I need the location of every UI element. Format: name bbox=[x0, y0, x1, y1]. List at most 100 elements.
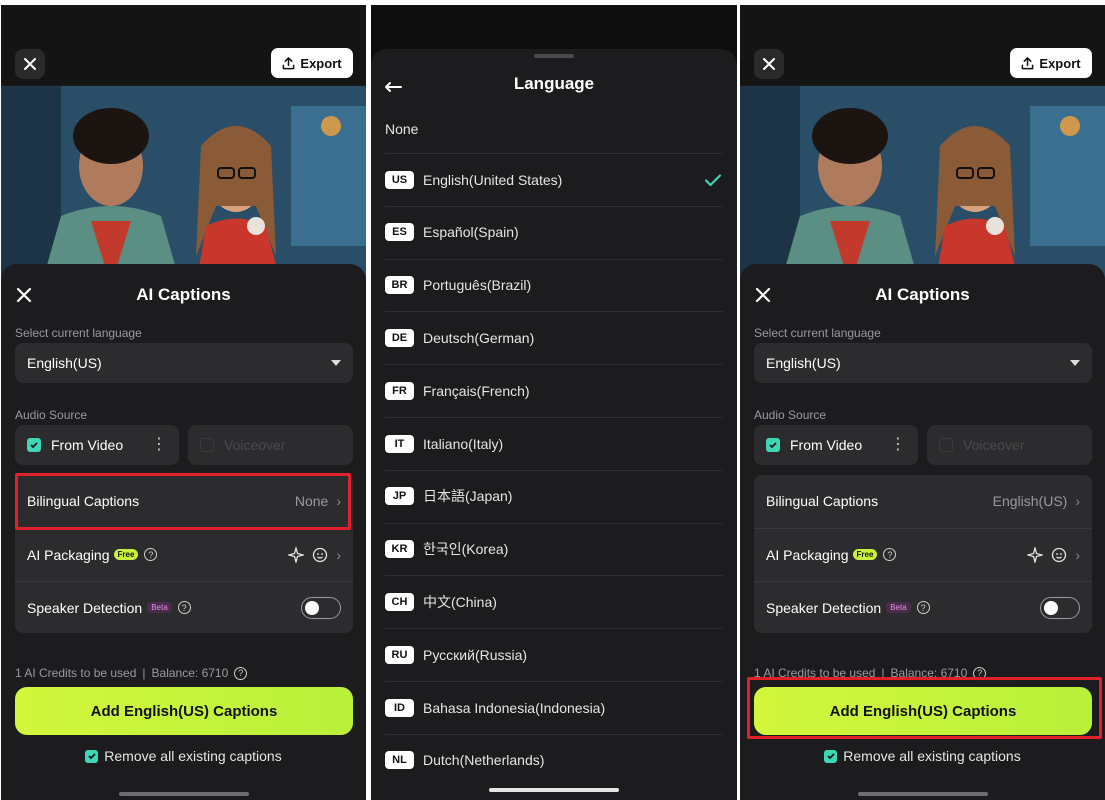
close-editor-button[interactable] bbox=[15, 49, 45, 79]
voiceover-option[interactable]: Voiceover bbox=[927, 425, 1092, 465]
language-option[interactable]: ES Español(Spain) bbox=[385, 205, 723, 258]
chevron-right-icon: › bbox=[336, 493, 341, 509]
language-code-badge: RU bbox=[385, 645, 414, 664]
help-icon[interactable]: ? bbox=[916, 601, 930, 614]
checkbox-unchecked-icon[interactable] bbox=[939, 438, 953, 452]
ai-packaging-row[interactable]: AI Packaging Free ? › bbox=[754, 528, 1092, 580]
speaker-detection-row: Speaker Detection Beta ? bbox=[15, 581, 353, 633]
checkmark-icon bbox=[703, 170, 723, 190]
remove-existing-captions-option[interactable]: Remove all existing captions bbox=[1, 748, 366, 764]
checkbox-checked-icon[interactable] bbox=[27, 438, 41, 452]
language-name: Deutsch(German) bbox=[423, 329, 535, 346]
home-indicator bbox=[857, 792, 988, 796]
sheet-grabber[interactable] bbox=[534, 54, 574, 58]
language-select[interactable]: English(US) bbox=[754, 343, 1092, 383]
language-name: 中文(China) bbox=[423, 593, 497, 610]
bilingual-captions-row[interactable]: Bilingual Captions None › bbox=[15, 475, 353, 527]
language-title: Language bbox=[513, 74, 595, 93]
voiceover-label: Voiceover bbox=[963, 437, 1025, 453]
emoji-icon bbox=[313, 547, 328, 562]
language-code-badge: ID bbox=[385, 698, 414, 717]
ai-captions-screen-before: Export AI Captions Select current langua… bbox=[1, 5, 366, 800]
editor-top-bar: Export bbox=[1, 5, 366, 85]
speaker-detection-toggle[interactable] bbox=[301, 596, 341, 619]
export-label: Export bbox=[300, 55, 342, 71]
beta-badge: Beta bbox=[886, 602, 911, 613]
language-code-badge: JP bbox=[385, 487, 414, 506]
help-icon[interactable]: ? bbox=[144, 548, 158, 561]
checkbox-checked-icon[interactable] bbox=[766, 438, 780, 452]
language-code-badge: KR bbox=[385, 540, 414, 559]
language-option[interactable]: CH 中文(China) bbox=[385, 575, 723, 627]
video-frame-image bbox=[740, 86, 1105, 286]
bilingual-captions-value: None bbox=[294, 493, 329, 509]
video-frame-image bbox=[1, 86, 366, 286]
close-editor-button[interactable] bbox=[754, 49, 784, 79]
checkbox-unchecked-icon[interactable] bbox=[200, 438, 214, 452]
from-video-option[interactable]: From Video ⋮ bbox=[754, 425, 918, 465]
add-captions-button[interactable]: Add English(US) Captions bbox=[754, 687, 1092, 735]
sparkle-icon bbox=[288, 546, 305, 563]
language-code-badge: BR bbox=[385, 276, 414, 295]
checkbox-checked-icon[interactable] bbox=[85, 749, 99, 763]
close-icon bbox=[24, 58, 36, 70]
checkbox-checked-icon[interactable] bbox=[824, 749, 838, 763]
language-name: Русский(Russia) bbox=[423, 646, 528, 663]
language-name: Bahasa Indonesia(Indonesia) bbox=[423, 699, 606, 716]
language-option[interactable]: KR 한국인(Korea) bbox=[385, 522, 723, 575]
help-icon[interactable]: ? bbox=[883, 548, 897, 561]
voiceover-option[interactable]: Voiceover bbox=[188, 425, 353, 465]
language-code-badge: IT bbox=[385, 434, 414, 453]
caption-options-list: Bilingual Captions None › AI Packaging Fr… bbox=[15, 475, 353, 633]
language-option[interactable]: FR Français(French) bbox=[385, 364, 723, 416]
export-button[interactable]: Export bbox=[1010, 48, 1092, 78]
add-captions-button[interactable]: Add English(US) Captions bbox=[15, 687, 353, 735]
language-sheet: Language None US English(United States) ES… bbox=[371, 49, 737, 800]
language-option[interactable]: US English(United States) bbox=[385, 153, 723, 205]
language-option[interactable]: NL Dutch(Netherlands) bbox=[385, 733, 723, 786]
help-icon[interactable]: ? bbox=[234, 666, 248, 680]
language-option[interactable]: JP 日本語(Japan) bbox=[385, 469, 723, 522]
editor-top-bar: Export bbox=[740, 5, 1105, 85]
export-button[interactable]: Export bbox=[271, 48, 353, 78]
language-name: 日本語(Japan) bbox=[423, 488, 513, 505]
dropdown-caret-icon bbox=[1070, 360, 1080, 366]
language-option[interactable]: ID Bahasa Indonesia(Indonesia) bbox=[385, 681, 723, 733]
more-options-icon[interactable]: ⋮ bbox=[151, 437, 167, 453]
speaker-detection-toggle[interactable] bbox=[1040, 596, 1080, 619]
ai-packaging-row[interactable]: AI Packaging Free ? › bbox=[15, 528, 353, 580]
language-name: Italiano(Italy) bbox=[423, 435, 504, 452]
credits-info: 1 AI Credits to be used | Balance: 6710 … bbox=[754, 666, 987, 680]
language-code-badge: NL bbox=[385, 751, 414, 770]
credits-info: 1 AI Credits to be used | Balance: 6710 … bbox=[15, 666, 248, 680]
language-picker-screen: Language None US English(United States) ES… bbox=[371, 5, 737, 800]
bilingual-captions-row[interactable]: Bilingual Captions English(US) › bbox=[754, 475, 1092, 527]
language-option[interactable]: BR Português(Brazil) bbox=[385, 258, 723, 311]
emoji-icon bbox=[1052, 547, 1067, 562]
close-icon bbox=[763, 58, 775, 70]
chevron-right-icon: › bbox=[336, 546, 341, 563]
remove-existing-captions-option[interactable]: Remove all existing captions bbox=[740, 748, 1105, 764]
language-select[interactable]: English(US) bbox=[15, 343, 353, 383]
video-preview bbox=[740, 86, 1105, 286]
help-icon[interactable]: ? bbox=[973, 666, 987, 680]
language-option[interactable]: DE Deutsch(German) bbox=[385, 311, 723, 363]
ai-captions-sheet: AI Captions Select current language Engl… bbox=[1, 264, 366, 800]
from-video-option[interactable]: From Video ⋮ bbox=[15, 425, 179, 465]
language-code-badge: US bbox=[385, 170, 414, 189]
language-option[interactable]: RU Русский(Russia) bbox=[385, 628, 723, 680]
select-language-label: Select current language bbox=[15, 326, 142, 340]
free-badge: Free bbox=[113, 549, 139, 560]
help-icon[interactable]: ? bbox=[177, 601, 191, 614]
video-preview bbox=[1, 86, 366, 286]
audio-source-label: Audio Source bbox=[15, 408, 88, 422]
language-option[interactable]: IT Italiano(Italy) bbox=[385, 417, 723, 469]
ai-captions-sheet: AI Captions Select current language Engl… bbox=[740, 264, 1105, 800]
credits-text: 1 AI Credits to be used bbox=[754, 666, 876, 680]
language-name: 한국인(Korea) bbox=[423, 541, 509, 558]
more-options-icon[interactable]: ⋮ bbox=[890, 437, 906, 453]
language-none-option[interactable]: None bbox=[385, 121, 418, 137]
language-code-badge: FR bbox=[385, 381, 414, 400]
free-badge: Free bbox=[852, 549, 878, 560]
chevron-right-icon: › bbox=[1075, 493, 1080, 509]
